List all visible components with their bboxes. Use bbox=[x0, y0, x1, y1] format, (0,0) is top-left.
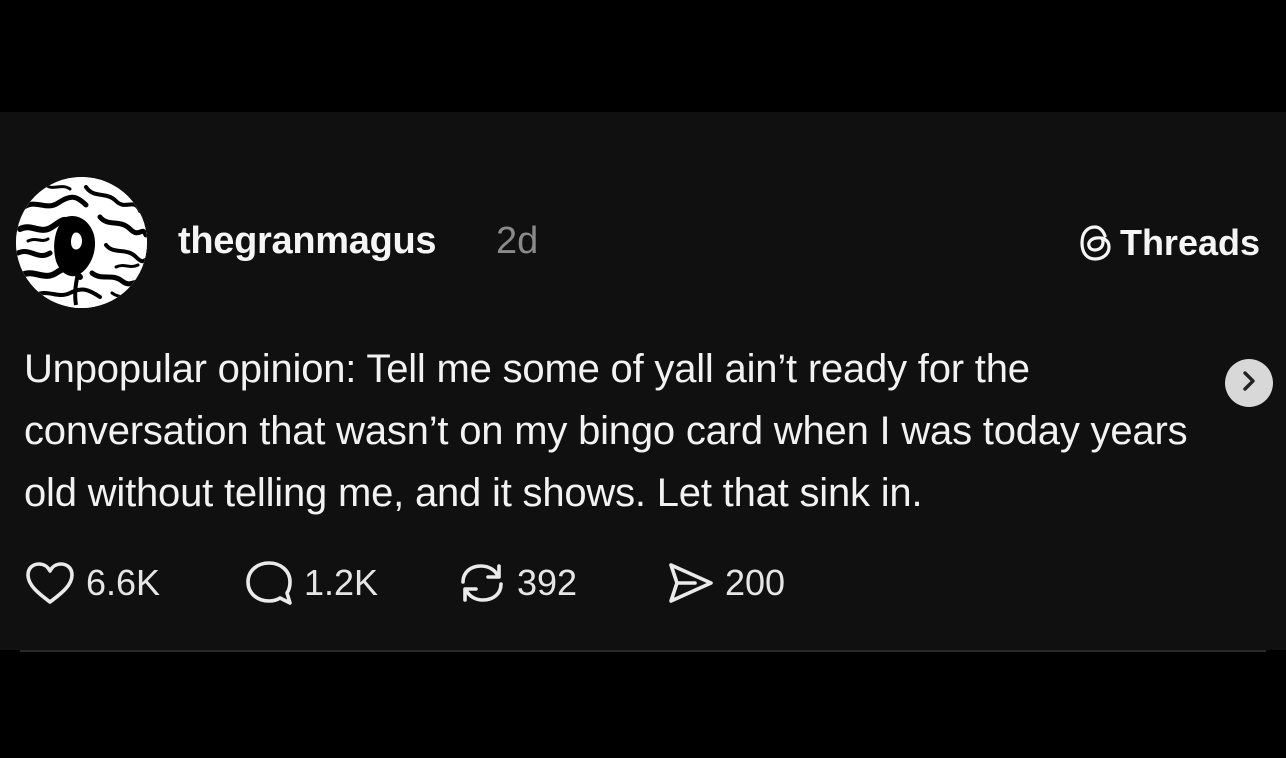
like-button[interactable]: 6.6K bbox=[24, 560, 244, 606]
chevron-right-icon bbox=[1239, 370, 1259, 397]
like-count: 6.6K bbox=[86, 562, 161, 603]
reply-button[interactable]: 1.2K bbox=[244, 559, 457, 607]
reply-count: 1.2K bbox=[304, 562, 379, 603]
speech-bubble-icon bbox=[244, 559, 294, 607]
action-bar: 6.6K 1.2K 392 200 bbox=[24, 558, 825, 608]
share-count: 200 bbox=[725, 562, 786, 603]
threads-logo-icon bbox=[1078, 224, 1114, 262]
bottom-black-band bbox=[0, 654, 1286, 758]
post-text: Unpopular opinion: Tell me some of yall … bbox=[24, 347, 1188, 515]
card-divider bbox=[20, 650, 1266, 652]
send-icon bbox=[665, 560, 715, 606]
post-timestamp: 2d bbox=[496, 220, 539, 262]
repost-button[interactable]: 392 bbox=[457, 560, 665, 606]
threads-brand-label: Threads bbox=[1119, 222, 1260, 263]
threads-brand[interactable]: Threads bbox=[1078, 222, 1260, 264]
repost-count: 392 bbox=[517, 562, 578, 603]
avatar-image bbox=[16, 177, 147, 308]
top-black-band bbox=[0, 0, 1286, 112]
repost-icon bbox=[457, 560, 507, 606]
avatar[interactable] bbox=[16, 177, 147, 308]
heart-icon bbox=[24, 560, 76, 606]
next-button[interactable] bbox=[1225, 359, 1273, 407]
share-button[interactable]: 200 bbox=[665, 560, 825, 606]
username[interactable]: thegranmagus bbox=[178, 220, 437, 263]
